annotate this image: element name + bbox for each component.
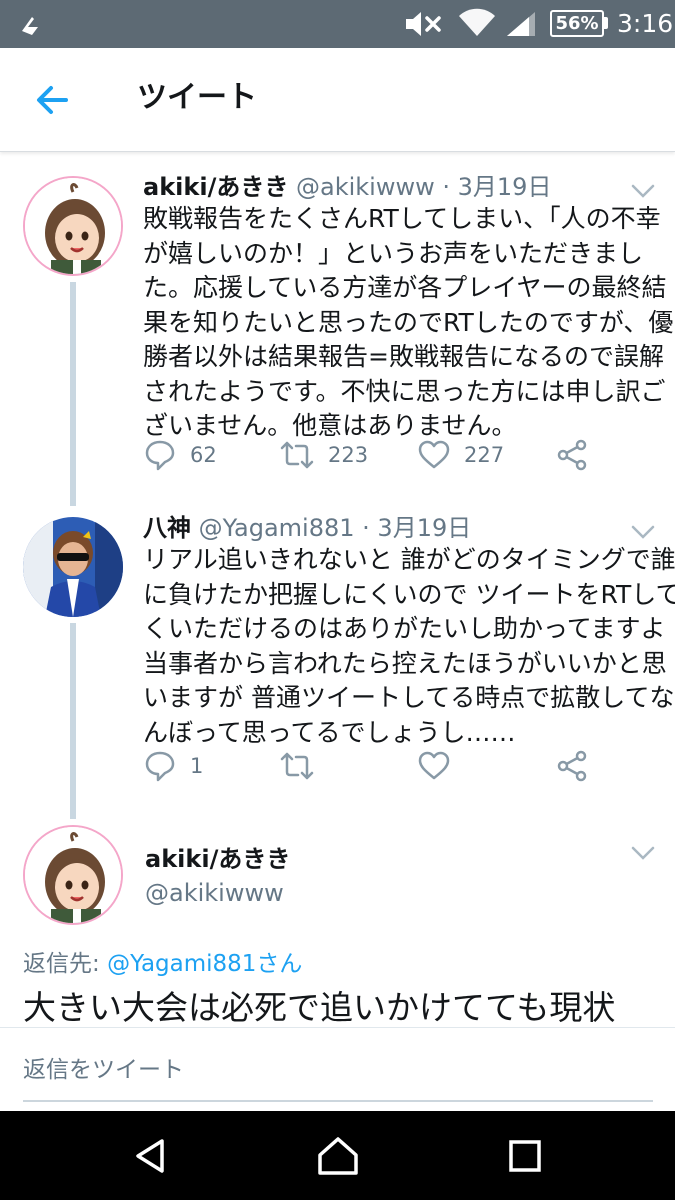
display-name[interactable]: akiki/あきき: [145, 843, 290, 875]
user-handle[interactable]: @Yagami881: [199, 514, 355, 542]
retweet-arrows-icon: [280, 441, 314, 469]
like-button[interactable]: 227: [418, 438, 504, 472]
back-arrow-icon[interactable]: [30, 78, 74, 122]
heart-icon: [418, 751, 450, 780]
tweet-line: されたようです。不快に思った方には申し訳ご: [143, 376, 666, 406]
reply-mention-link[interactable]: @Yagami881さん: [107, 951, 302, 977]
avatar[interactable]: [23, 517, 123, 617]
tweet-text: リアル追いきれないと 誰がどのタイミングで誰 に負けたか把握しにくいので ツイー…: [143, 543, 675, 750]
chevron-down-icon[interactable]: [630, 523, 656, 541]
user-handle[interactable]: @akikiwww: [296, 173, 435, 201]
system-nav-bar: [0, 1111, 675, 1200]
app-header: ツイート: [0, 48, 675, 152]
share-button[interactable]: [556, 438, 588, 472]
tweet-date[interactable]: 3月19日: [377, 514, 471, 542]
display-name[interactable]: 八神: [143, 514, 191, 542]
tweet-date[interactable]: 3月19日: [458, 173, 552, 201]
avatar-photo: [23, 517, 123, 617]
reply-prefix: 返信先:: [23, 951, 100, 977]
avatar-illustration: [25, 827, 121, 923]
tweet-header: akiki/あきき @akikiwww · 3月19日: [143, 171, 551, 203]
reply-count: 1: [190, 754, 204, 778]
reply-composer: 返信をツイート: [0, 1027, 675, 1111]
tweet-line: いますが 普通ツイートしてる時点で拡散してな: [143, 683, 675, 712]
chevron-down-icon[interactable]: [630, 844, 656, 862]
wifi-icon: [459, 8, 495, 37]
retweet-button[interactable]: [280, 749, 328, 783]
focused-tweet-text: 大きい大会は必死で追いかけてても現状: [23, 988, 616, 1027]
clock: 3:16: [617, 9, 674, 38]
tweet-line: が嬉しいのか！」というお声をいただきまし: [143, 238, 644, 268]
battery-indicator: 56%: [550, 10, 604, 37]
thread-connector: [70, 623, 76, 819]
reply-context: 返信先: @Yagami881さん: [23, 949, 302, 979]
status-bar: 56% 3:16: [0, 0, 675, 48]
speech-bubble-icon: [145, 751, 175, 782]
notification-icon: [22, 17, 38, 35]
retweet-count: 223: [328, 443, 369, 467]
display-name[interactable]: akiki/あきき: [143, 173, 288, 201]
signal-icon: [507, 12, 535, 36]
recent-apps-icon[interactable]: [502, 1133, 548, 1179]
thread-connector: [70, 282, 76, 506]
tweet-line: た。応援している方達が各プレイヤーの最終結: [143, 273, 667, 302]
avatar[interactable]: [23, 825, 123, 925]
separator: ·: [362, 514, 370, 542]
tweet-line: に負けたか把握しにくいので ツイートをRTして: [143, 579, 675, 609]
like-count: 227: [464, 443, 505, 467]
chevron-down-icon[interactable]: [630, 182, 656, 200]
tweet-line: くいただけるのはありがたいし助かってますよ: [143, 614, 666, 643]
tweet-line: リアル追いきれないと 誰がどのタイミングで誰: [143, 545, 675, 574]
volume-mute-icon: [406, 12, 441, 36]
home-icon[interactable]: [315, 1133, 361, 1179]
avatar-illustration: [25, 178, 121, 274]
separator: ·: [442, 173, 450, 201]
like-button[interactable]: [418, 749, 464, 783]
share-nodes-icon: [557, 750, 587, 782]
reply-input[interactable]: 返信をツイート: [23, 1054, 184, 1086]
user-handle[interactable]: @akikiwww: [145, 877, 284, 909]
page-title: ツイート: [137, 80, 257, 115]
speech-bubble-icon: [145, 440, 175, 471]
tweet-header: 八神 @Yagami881 · 3月19日: [143, 512, 471, 544]
share-nodes-icon: [557, 439, 587, 471]
reply-button[interactable]: 1: [144, 749, 203, 783]
back-triangle-icon[interactable]: [128, 1133, 174, 1179]
retweet-button[interactable]: 223: [280, 438, 368, 472]
input-underline: [23, 1100, 653, 1102]
heart-icon: [418, 440, 450, 469]
tweet-line: 敗戦報告をたくさんRTしてしまい、「人の不幸: [143, 204, 661, 233]
tweet-line: 当事者から言われたら控えたほうがいいかと思: [143, 648, 667, 678]
reply-count: 62: [190, 443, 217, 467]
avatar[interactable]: [23, 176, 123, 276]
reply-button[interactable]: 62: [144, 438, 217, 472]
retweet-arrows-icon: [280, 752, 314, 780]
share-button[interactable]: [556, 749, 588, 783]
tweet-line: 勝者以外は結果報告=敗戦報告になるので誤解: [143, 342, 664, 371]
battery-tip: [604, 17, 608, 29]
tweet-line: んぼって思ってるでしょうし……: [143, 717, 516, 747]
tweet-line: 果を知りたいと思ったのでRTしたのですが、優: [143, 307, 674, 337]
tweet-text: 敗戦報告をたくさんRTしてしまい、「人の不幸 が嬉しいのか！」というお声をいただ…: [143, 202, 674, 444]
